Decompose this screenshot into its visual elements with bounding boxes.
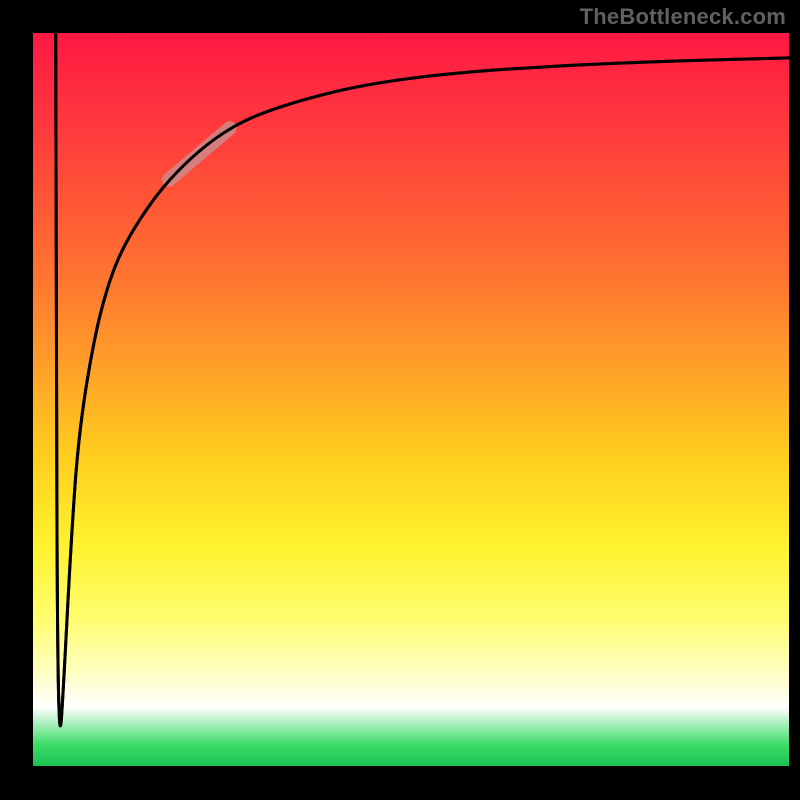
- watermark-text: TheBottleneck.com: [580, 4, 786, 30]
- chart-frame: TheBottleneck.com: [0, 0, 800, 800]
- plot-area: [33, 33, 789, 766]
